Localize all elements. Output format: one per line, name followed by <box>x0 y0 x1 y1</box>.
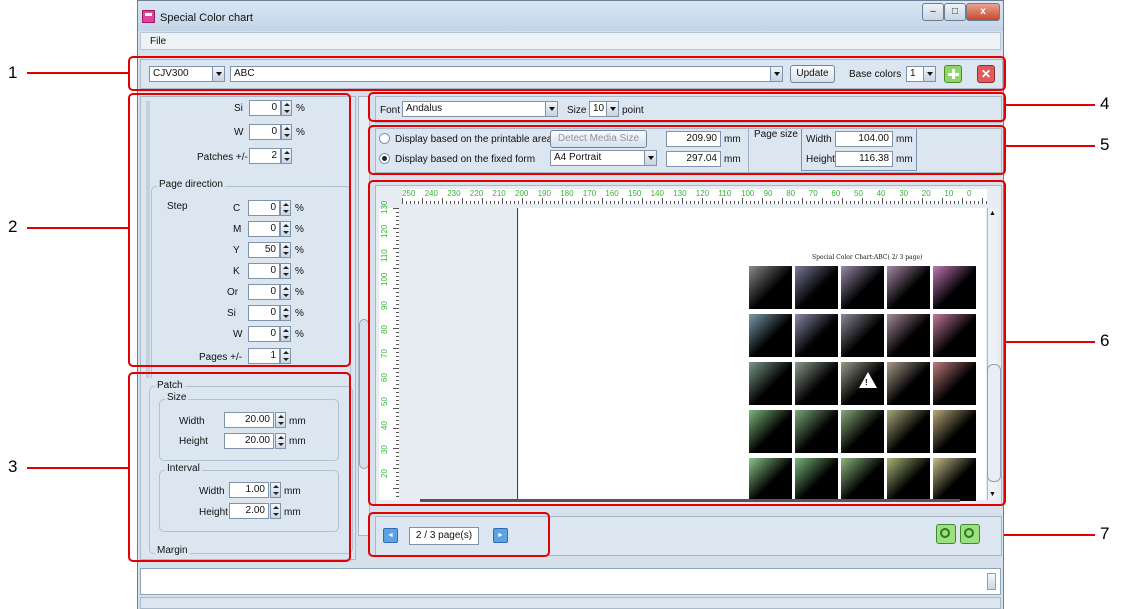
callout-label-7: 7 <box>1100 524 1110 543</box>
callout-label-3: 3 <box>8 457 18 476</box>
message-scroll[interactable] <box>987 573 996 590</box>
message-field[interactable] <box>140 568 1001 595</box>
callout-line-5 <box>1004 145 1095 147</box>
title-bar: Special Color chart – □ x <box>138 1 1003 31</box>
callout-label-2: 2 <box>8 217 18 236</box>
callout-box-4 <box>368 92 1006 122</box>
status-bar <box>140 597 1001 609</box>
window-title: Special Color chart <box>160 12 253 24</box>
zoom-out-icon[interactable] <box>960 524 980 544</box>
callout-label-1: 1 <box>8 63 18 82</box>
app-icon <box>142 10 155 23</box>
callout-label-4: 4 <box>1100 94 1110 113</box>
callout-box-3 <box>128 372 351 562</box>
callout-line-6 <box>1004 341 1095 343</box>
callout-line-3 <box>27 467 128 469</box>
callout-box-6 <box>368 180 1006 506</box>
callout-line-4 <box>1004 104 1095 106</box>
callout-box-2 <box>128 93 351 367</box>
callout-box-7 <box>368 512 550 557</box>
callout-box-1 <box>128 56 1006 91</box>
close-button[interactable]: x <box>966 3 1000 21</box>
callout-line-2 <box>27 227 128 229</box>
menu-file[interactable]: File <box>150 36 166 47</box>
callout-line-1 <box>27 72 128 74</box>
minimize-button[interactable]: – <box>922 3 944 21</box>
callout-label-6: 6 <box>1100 331 1110 350</box>
maximize-button[interactable]: □ <box>944 3 966 21</box>
callout-label-5: 5 <box>1100 135 1110 154</box>
callout-box-5 <box>368 125 1006 175</box>
menu-bar: File <box>140 32 1001 50</box>
zoom-in-icon[interactable] <box>936 524 956 544</box>
